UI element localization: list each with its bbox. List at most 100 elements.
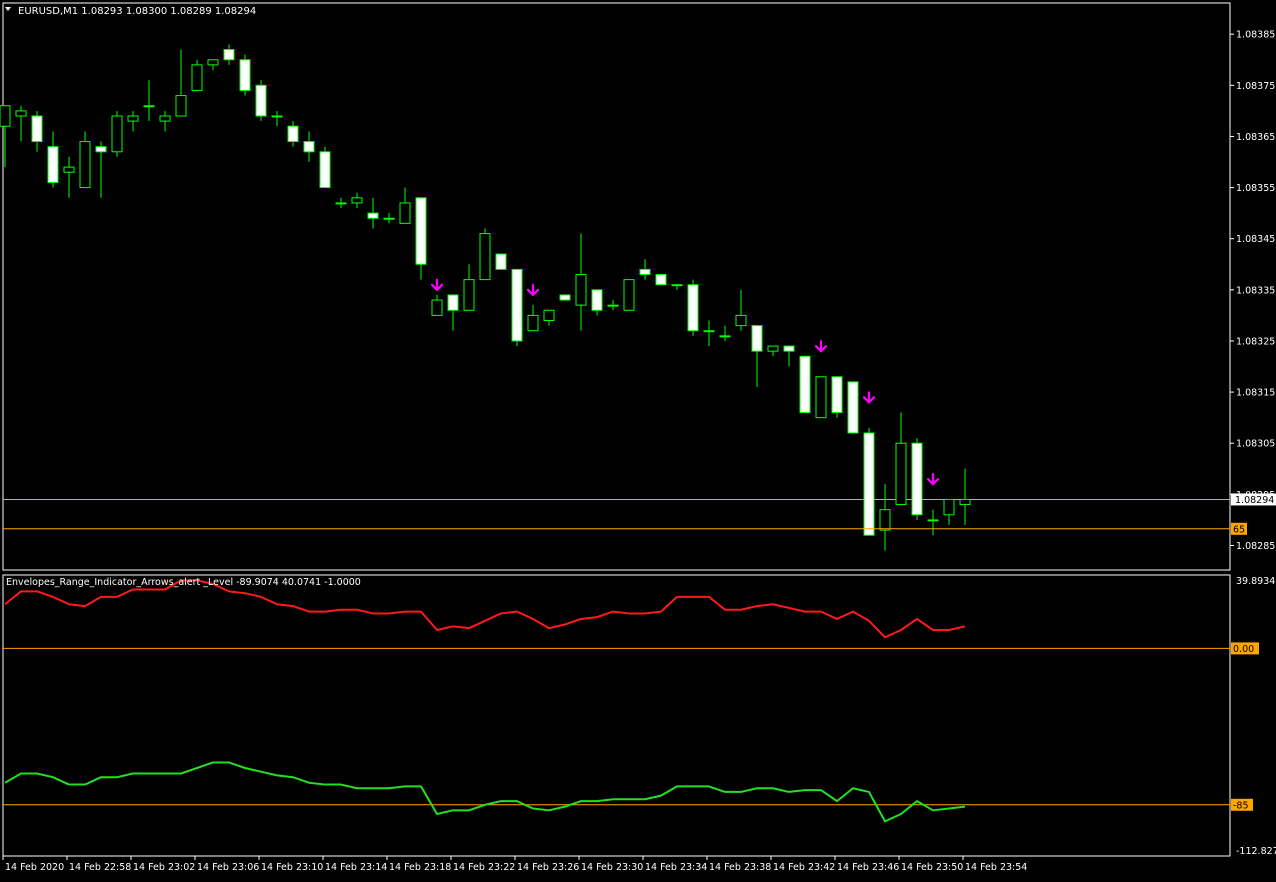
time-tick-label: 14 Feb 23:18 bbox=[389, 862, 451, 873]
candle-body bbox=[303, 141, 315, 153]
candle-body bbox=[799, 355, 811, 414]
candle-body bbox=[639, 268, 651, 275]
candle-body bbox=[927, 519, 939, 522]
candle-body bbox=[527, 314, 539, 332]
sell-arrows bbox=[430, 278, 940, 486]
candle-body bbox=[607, 304, 619, 307]
candle-body bbox=[767, 345, 779, 352]
candle-body bbox=[431, 299, 443, 316]
time-tick-label: 14 Feb 23:14 bbox=[325, 862, 387, 873]
sell-arrow-icon bbox=[814, 340, 828, 353]
time-tick-label: 14 Feb 23:26 bbox=[517, 862, 579, 873]
time-tick-label: 14 Feb 23:34 bbox=[645, 862, 707, 873]
time-tick-label: 14 Feb 23:10 bbox=[261, 862, 323, 873]
indicator-title: Envelopes_Range_Indicator_Arrows_alert _… bbox=[6, 577, 361, 588]
candle-body bbox=[735, 314, 747, 327]
candle-body bbox=[367, 212, 379, 219]
candle-body bbox=[463, 279, 475, 311]
candle-body bbox=[591, 289, 603, 311]
candle-body bbox=[31, 115, 43, 143]
candle-body bbox=[911, 442, 923, 516]
time-tick-label: 14 Feb 23:50 bbox=[901, 862, 963, 873]
sell-arrow-icon bbox=[430, 278, 444, 292]
candle-body bbox=[447, 294, 459, 311]
candle-body bbox=[655, 273, 667, 286]
sell-arrow-icon bbox=[926, 473, 940, 486]
candle-body bbox=[671, 284, 683, 287]
candle-body bbox=[95, 146, 107, 153]
time-tick-label: 14 Feb 23:46 bbox=[837, 862, 899, 873]
candle-body bbox=[703, 330, 715, 333]
candlestick-series bbox=[0, 44, 1230, 551]
price-tick-label: 1.08325 bbox=[1236, 336, 1275, 347]
level-label: -85 bbox=[1233, 800, 1249, 811]
candle-body bbox=[815, 376, 827, 419]
time-tick-label: 14 Feb 23:06 bbox=[197, 862, 259, 873]
indicator-pane-border bbox=[2, 574, 1231, 857]
candle-body bbox=[383, 217, 395, 220]
candle-body bbox=[15, 110, 27, 117]
candle-body bbox=[63, 166, 75, 173]
candle-body bbox=[943, 498, 955, 516]
candle-body bbox=[511, 268, 523, 342]
candle-body bbox=[559, 294, 571, 301]
candle-body bbox=[895, 442, 907, 506]
price-tick-label: 1.08345 bbox=[1236, 234, 1275, 245]
price-tick-label: 1.08315 bbox=[1236, 388, 1275, 399]
candle-body bbox=[271, 115, 283, 118]
collapse-triangle-icon[interactable] bbox=[5, 7, 11, 11]
candle-body bbox=[351, 197, 363, 204]
candle-body bbox=[127, 115, 139, 122]
candle-body bbox=[863, 432, 875, 536]
price-tick-label: 1.08385 bbox=[1236, 30, 1275, 41]
candle-body bbox=[47, 146, 59, 183]
time-tick-label: 14 Feb 23:22 bbox=[453, 862, 515, 873]
candle-body bbox=[751, 325, 763, 352]
time-tick-label: 14 Feb 23:02 bbox=[133, 862, 195, 873]
candle-body bbox=[831, 376, 843, 414]
price-tick-label: 1.08285 bbox=[1236, 541, 1275, 552]
price-tick-label: 1.08375 bbox=[1236, 81, 1275, 92]
candle-body bbox=[79, 141, 91, 189]
candle-body bbox=[687, 284, 699, 332]
candle-body bbox=[239, 59, 251, 91]
time-tick-label: 14 Feb 23:42 bbox=[773, 862, 835, 873]
candle-body bbox=[319, 151, 331, 189]
level-label: 65 bbox=[1233, 524, 1245, 535]
time-tick-label: 14 Feb 22:58 bbox=[69, 862, 131, 873]
price-tick-label: 1.08355 bbox=[1236, 183, 1275, 194]
candle-body bbox=[495, 253, 507, 270]
indicator-top-value: 39.8934 bbox=[1236, 576, 1275, 587]
candle-body bbox=[623, 279, 635, 311]
indicator-green-line bbox=[4, 761, 966, 823]
price-tick-label: 1.08305 bbox=[1236, 439, 1275, 450]
candle-body bbox=[223, 49, 235, 61]
candle-body bbox=[159, 115, 171, 122]
sell-arrow-icon bbox=[862, 391, 876, 404]
candle-body bbox=[207, 59, 219, 66]
price-tick-label: 1.08335 bbox=[1236, 285, 1275, 296]
time-tick-label: 14 Feb 23:30 bbox=[581, 862, 643, 873]
main-pane-border bbox=[2, 2, 1231, 571]
indicator-red-line bbox=[4, 579, 966, 639]
time-tick-label: 14 Feb 23:54 bbox=[965, 862, 1027, 873]
time-tick-label: 14 Feb 2020 bbox=[5, 862, 64, 873]
trading-chart[interactable]: 1.08385 1.08375 1.08365 1.08355 1.08345 1.083… bbox=[0, 0, 1276, 878]
candle-body bbox=[719, 335, 731, 338]
candle-body bbox=[959, 498, 971, 506]
candle-body bbox=[415, 197, 427, 265]
current-price-label: 1.08294 bbox=[1235, 495, 1274, 506]
time-tick-label: 14 Feb 23:38 bbox=[709, 862, 771, 873]
candle-body bbox=[143, 105, 155, 108]
indicator-lines bbox=[3, 528, 1230, 823]
axes: 1.08385 1.08375 1.08365 1.08355 1.08345 1.083… bbox=[2, 30, 1276, 873]
candle-body bbox=[335, 202, 347, 205]
price-tick-label: 1.08365 bbox=[1236, 132, 1275, 143]
candle-body bbox=[479, 233, 491, 281]
candle-body bbox=[399, 202, 411, 224]
candle-body bbox=[543, 309, 555, 321]
candle-body bbox=[255, 84, 267, 117]
chart-canvas[interactable]: 1.08385 1.08375 1.08365 1.08355 1.08345 1.083… bbox=[0, 0, 1276, 878]
chart-frame bbox=[2, 2, 1231, 857]
candle-body bbox=[847, 381, 859, 434]
